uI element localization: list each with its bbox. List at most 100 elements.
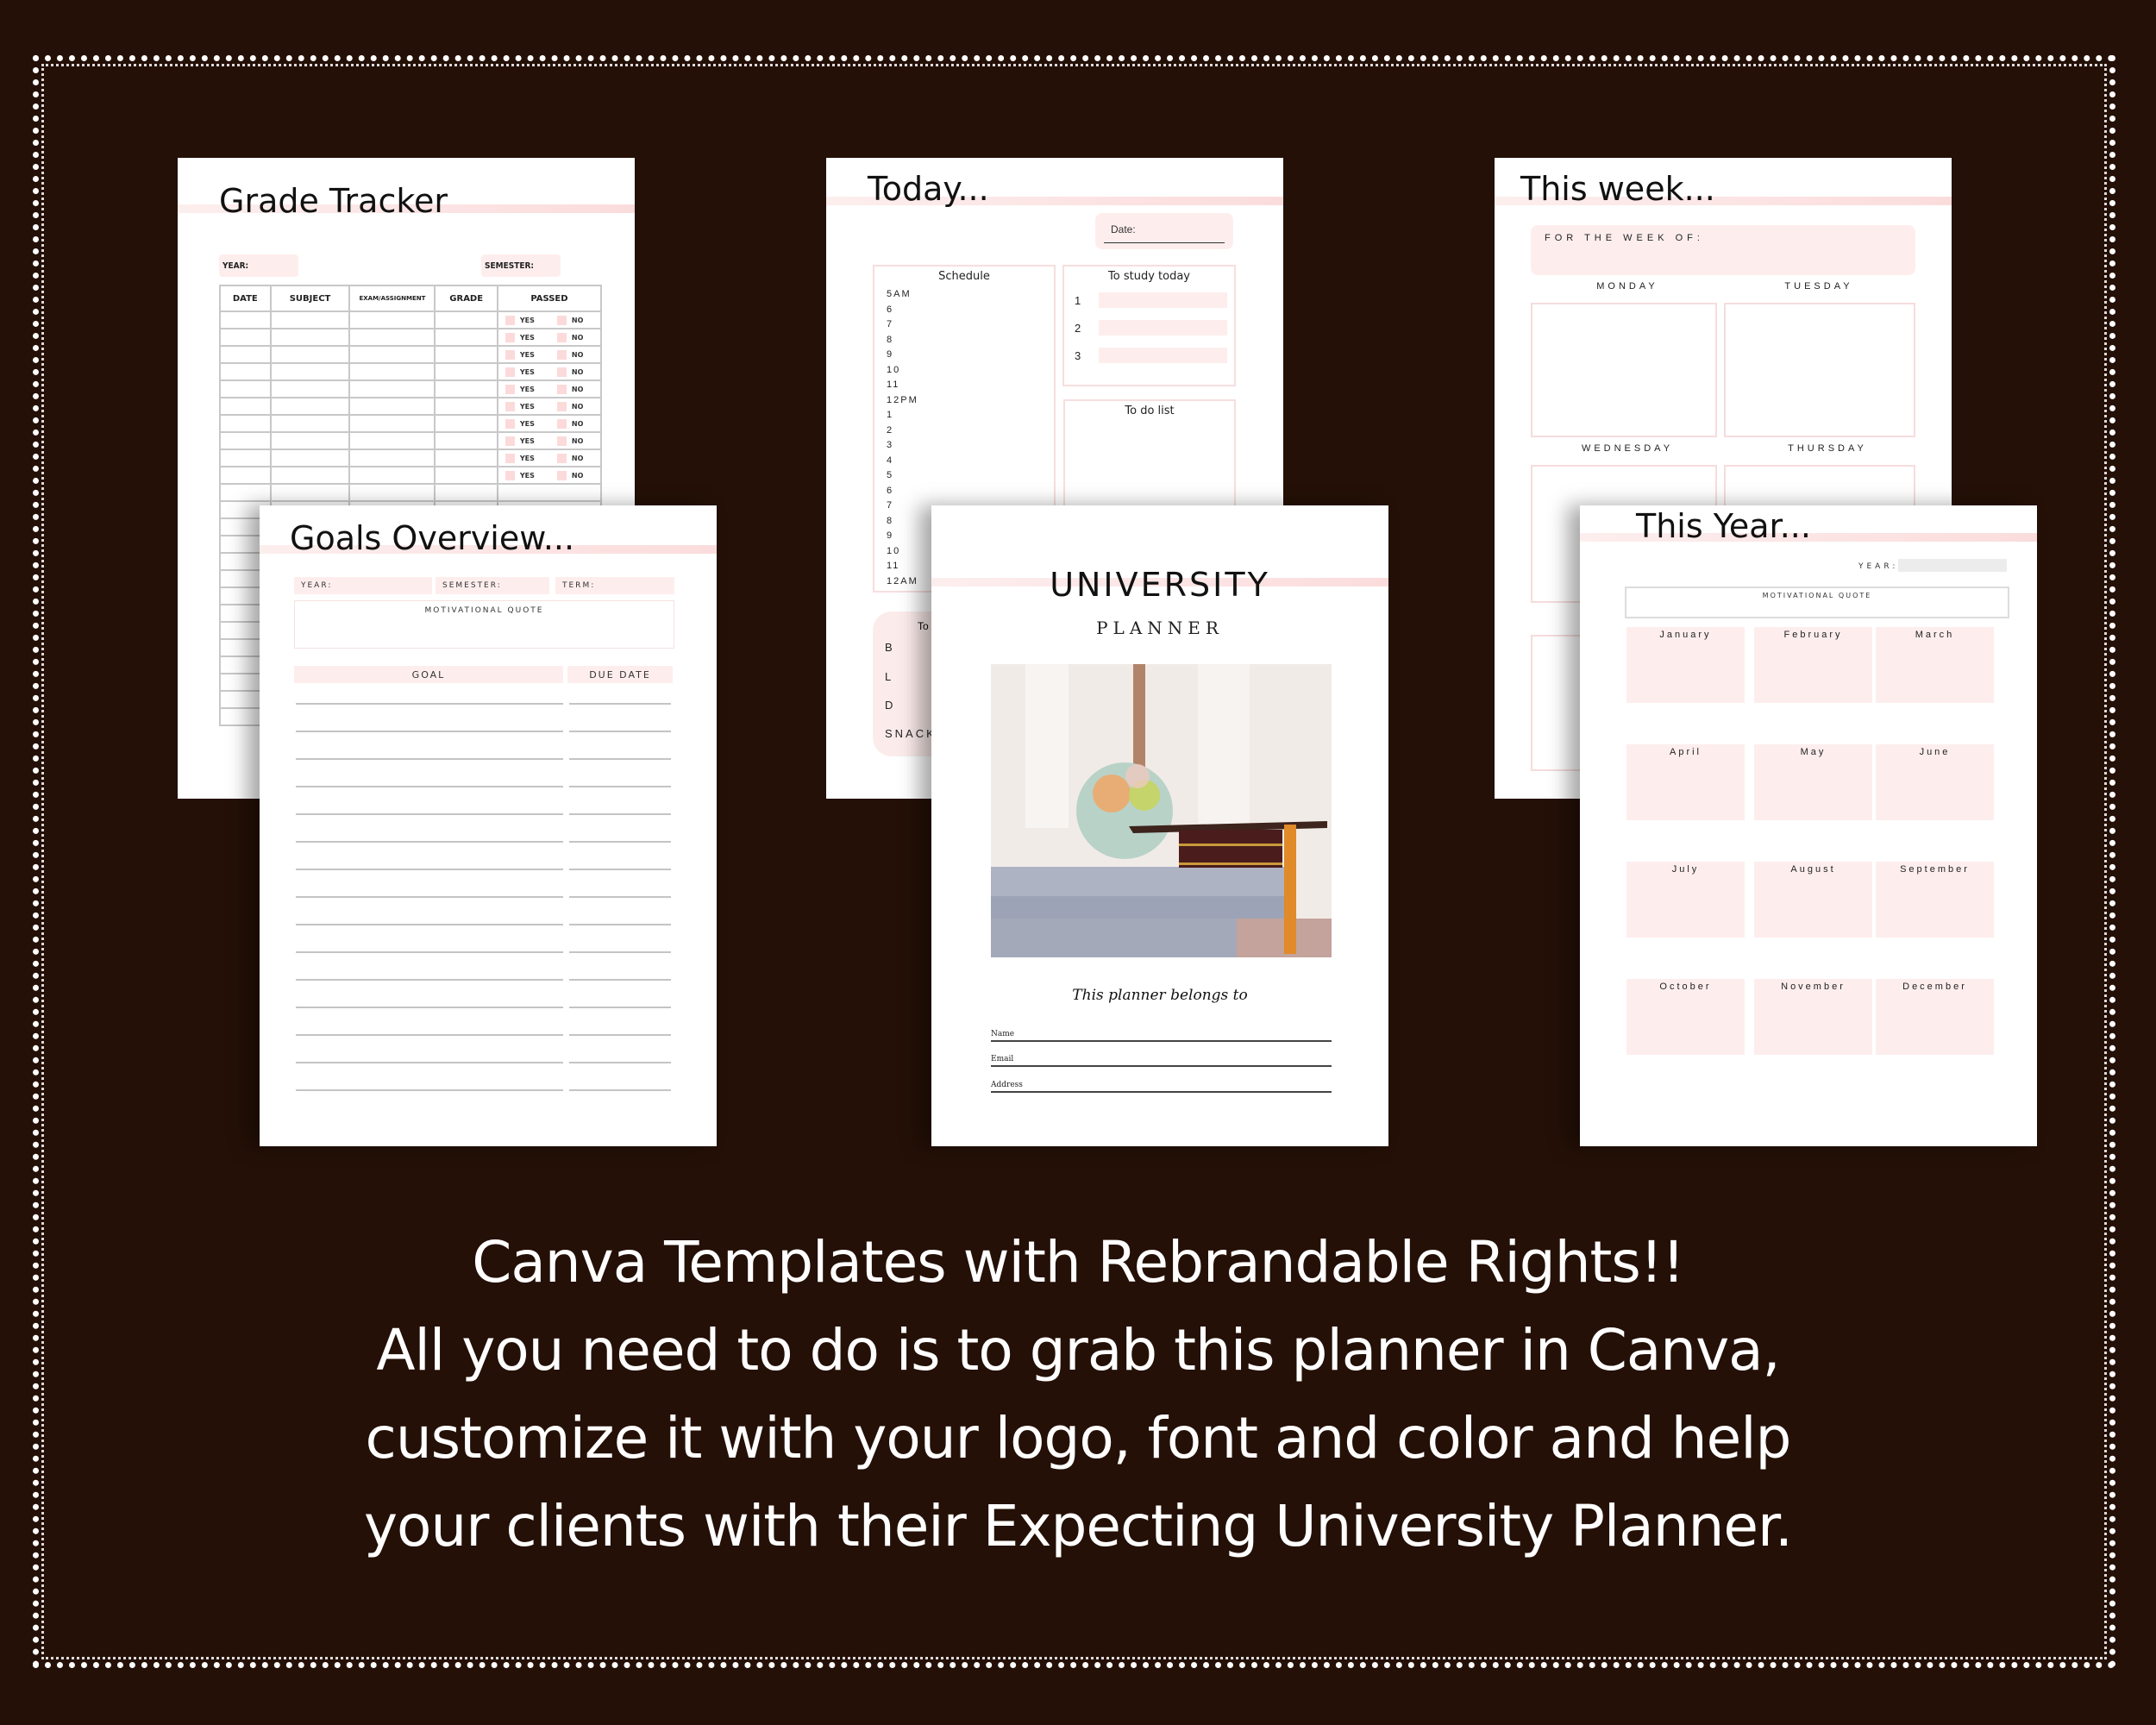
table-cell[interactable]	[269, 362, 351, 381]
table-cell[interactable]	[348, 380, 436, 398]
due-date-line[interactable]	[569, 758, 671, 760]
yes-checkbox[interactable]	[505, 453, 515, 463]
table-cell[interactable]: YES NO	[496, 466, 603, 485]
due-date-line[interactable]	[569, 924, 671, 925]
table-cell[interactable]	[219, 397, 272, 416]
table-cell[interactable]	[219, 345, 272, 364]
table-cell[interactable]	[269, 448, 351, 467]
yes-checkbox[interactable]	[505, 401, 515, 411]
goal-line[interactable]	[296, 951, 563, 953]
table-cell[interactable]: YES NO	[496, 310, 603, 329]
table-cell[interactable]	[434, 483, 498, 502]
month-box[interactable]: January	[1626, 627, 1745, 703]
due-date-line[interactable]	[569, 703, 671, 705]
table-cell[interactable]: YES NO	[496, 397, 603, 416]
table-cell[interactable]	[219, 362, 272, 381]
month-box[interactable]: December	[1876, 979, 1994, 1055]
table-cell[interactable]	[434, 310, 498, 329]
goal-line[interactable]	[296, 979, 563, 981]
table-cell[interactable]	[434, 431, 498, 450]
table-cell[interactable]	[434, 414, 498, 433]
table-cell[interactable]	[434, 466, 498, 485]
table-cell[interactable]: YES NO	[496, 380, 603, 398]
motivational-quote-box[interactable]: MOTIVATIONAL QUOTE	[1625, 586, 2009, 618]
month-box[interactable]: June	[1876, 744, 1994, 820]
term-field[interactable]: TERM:	[555, 577, 674, 594]
table-cell[interactable]	[434, 345, 498, 364]
no-checkbox[interactable]	[556, 470, 567, 480]
study-item[interactable]: 1	[1075, 292, 1227, 308]
table-cell[interactable]: YES NO	[496, 362, 603, 381]
due-date-line[interactable]	[569, 951, 671, 953]
table-cell[interactable]	[348, 328, 436, 347]
study-item[interactable]: 2	[1075, 320, 1227, 336]
day-box-monday[interactable]	[1531, 303, 1717, 437]
table-cell[interactable]	[434, 380, 498, 398]
table-cell[interactable]	[348, 431, 436, 450]
table-cell[interactable]	[269, 414, 351, 433]
table-cell[interactable]	[269, 310, 351, 329]
table-cell[interactable]	[269, 328, 351, 347]
goal-line[interactable]	[296, 1034, 563, 1036]
due-date-line[interactable]	[569, 1062, 671, 1063]
day-box-tuesday[interactable]	[1724, 303, 1915, 437]
table-cell[interactable]	[434, 448, 498, 467]
no-checkbox[interactable]	[556, 349, 567, 360]
table-cell[interactable]	[219, 483, 272, 502]
due-date-line[interactable]	[569, 1007, 671, 1008]
month-box[interactable]: August	[1754, 862, 1872, 938]
table-cell[interactable]	[348, 345, 436, 364]
table-cell[interactable]	[219, 448, 272, 467]
due-date-line[interactable]	[569, 813, 671, 815]
year-field[interactable]	[1898, 559, 2007, 572]
month-box[interactable]: March	[1876, 627, 1994, 703]
week-of-field[interactable]: FOR THE WEEK OF:	[1531, 225, 1915, 275]
table-cell[interactable]: YES NO	[496, 414, 603, 433]
yes-checkbox[interactable]	[505, 384, 515, 394]
no-checkbox[interactable]	[556, 453, 567, 463]
yes-checkbox[interactable]	[505, 367, 515, 377]
due-date-line[interactable]	[569, 896, 671, 898]
table-cell[interactable]: YES NO	[496, 328, 603, 347]
motivational-quote-box[interactable]: MOTIVATIONAL QUOTE	[294, 600, 674, 649]
goal-line[interactable]	[296, 841, 563, 843]
goal-line[interactable]	[296, 1062, 563, 1063]
table-cell[interactable]	[269, 397, 351, 416]
table-cell[interactable]	[219, 431, 272, 450]
yes-checkbox[interactable]	[505, 470, 515, 480]
table-cell[interactable]	[434, 397, 498, 416]
due-date-line[interactable]	[569, 1034, 671, 1036]
goal-line[interactable]	[296, 758, 563, 760]
table-cell[interactable]	[269, 431, 351, 450]
goal-line[interactable]	[296, 731, 563, 732]
table-cell[interactable]	[496, 483, 603, 502]
table-cell[interactable]	[348, 466, 436, 485]
semester-field[interactable]: SEMESTER:	[481, 254, 561, 277]
table-cell[interactable]	[434, 362, 498, 381]
no-checkbox[interactable]	[556, 315, 567, 325]
table-cell[interactable]: YES NO	[496, 448, 603, 467]
table-cell[interactable]	[269, 380, 351, 398]
table-cell[interactable]	[348, 483, 436, 502]
year-field[interactable]: YEAR:	[219, 254, 298, 277]
study-item[interactable]: 3	[1075, 348, 1227, 363]
goal-line[interactable]	[296, 1007, 563, 1008]
month-box[interactable]: May	[1754, 744, 1872, 820]
month-box[interactable]: November	[1754, 979, 1872, 1055]
no-checkbox[interactable]	[556, 401, 567, 411]
due-date-line[interactable]	[569, 841, 671, 843]
month-box[interactable]: September	[1876, 862, 1994, 938]
goal-line[interactable]	[296, 1089, 563, 1091]
table-cell[interactable]	[219, 380, 272, 398]
address-field[interactable]: Address	[991, 1081, 1332, 1093]
table-cell[interactable]	[348, 310, 436, 329]
yes-checkbox[interactable]	[505, 315, 515, 325]
email-field[interactable]: Email	[991, 1055, 1332, 1067]
table-cell[interactable]	[434, 328, 498, 347]
yes-checkbox[interactable]	[505, 332, 515, 342]
goal-line[interactable]	[296, 869, 563, 870]
no-checkbox[interactable]	[556, 418, 567, 429]
due-date-line[interactable]	[569, 869, 671, 870]
semester-field[interactable]: SEMESTER:	[436, 577, 549, 594]
table-cell[interactable]	[269, 345, 351, 364]
